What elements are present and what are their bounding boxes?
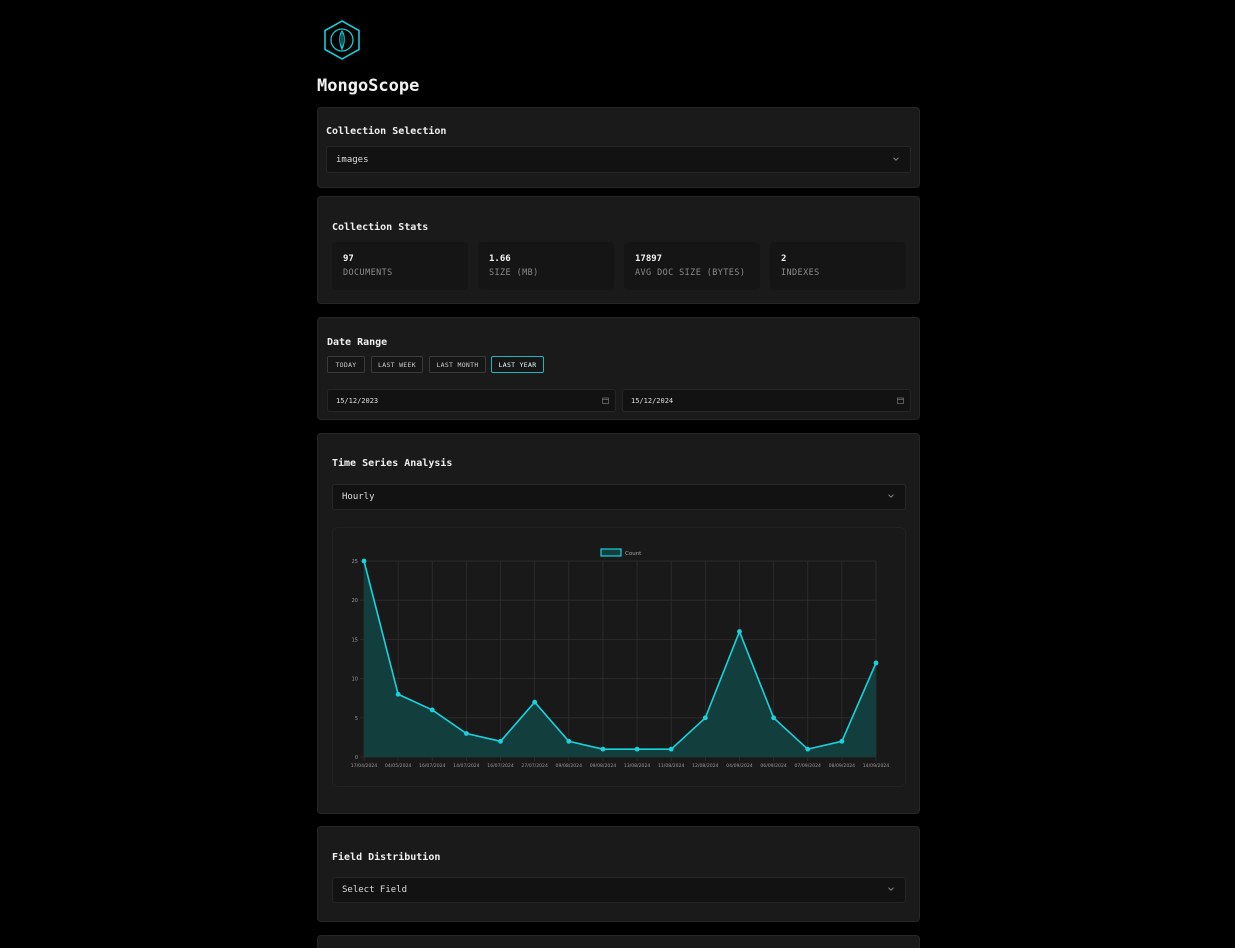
data-point bbox=[839, 738, 845, 744]
interval-select-value: Hourly bbox=[342, 492, 375, 502]
stat-indexes: 2 INDEXES bbox=[770, 242, 906, 290]
end-date-value: 15/12/2024 bbox=[631, 396, 674, 405]
data-point bbox=[873, 660, 879, 666]
data-point bbox=[566, 738, 572, 744]
chevron-down-icon bbox=[888, 494, 894, 498]
chevron-down-icon bbox=[888, 887, 894, 891]
x-tick-label: 17/04/2024 bbox=[351, 763, 378, 769]
data-point bbox=[361, 558, 367, 564]
y-tick-label: 20 bbox=[352, 598, 358, 604]
legend-label: Count bbox=[625, 551, 642, 557]
x-tick-label: 06/09/2024 bbox=[760, 763, 787, 769]
field-distribution-title: Field Distribution bbox=[332, 852, 441, 863]
legend-swatch bbox=[600, 548, 622, 557]
data-point bbox=[498, 738, 503, 744]
collection-select-value: images bbox=[336, 154, 369, 165]
interval-select[interactable]: Hourly bbox=[332, 484, 906, 510]
stat-label: SIZE (MB) bbox=[489, 268, 539, 278]
y-tick-label: 0 bbox=[355, 755, 358, 761]
stat-avg-doc-size: 17897 AVG DOC SIZE (BYTES) bbox=[624, 242, 760, 290]
stat-documents: 97 DOCUMENTS bbox=[332, 242, 468, 290]
stat-value: 1.66 bbox=[489, 254, 511, 264]
field-select[interactable]: Select Field bbox=[332, 877, 906, 903]
field-select-placeholder: Select Field bbox=[342, 885, 408, 895]
collection-selection-title: Collection Selection bbox=[326, 126, 447, 137]
y-tick-label: 15 bbox=[352, 637, 358, 643]
series-area-count bbox=[364, 561, 876, 757]
time-series-title: Time Series Analysis bbox=[332, 458, 453, 469]
y-tick-label: 25 bbox=[352, 559, 358, 565]
data-point bbox=[532, 699, 538, 705]
x-tick-label: 04/05/2024 bbox=[385, 763, 412, 769]
x-tick-label: 16/07/2024 bbox=[419, 763, 446, 769]
collection-select[interactable]: images bbox=[326, 146, 911, 173]
calendar-icon[interactable] bbox=[897, 397, 904, 404]
hexagon-leaf-icon bbox=[324, 20, 360, 60]
x-tick-label: 08/09/2024 bbox=[829, 763, 856, 769]
time-series-chart: 0 5 10 15 20 25 17/04/2024 04/05/2024 16/07/2024… bbox=[332, 527, 906, 787]
end-date-input[interactable]: 15/12/2024 bbox=[622, 389, 911, 412]
field-distribution-card: Field Distribution Select Field bbox=[317, 826, 920, 922]
x-tick-label: 13/08/2024 bbox=[624, 763, 651, 769]
data-point bbox=[771, 715, 776, 721]
x-tick-label: 12/08/2024 bbox=[692, 763, 719, 769]
x-tick-label: 09/08/2024 bbox=[556, 763, 583, 769]
stat-label: DOCUMENTS bbox=[343, 268, 393, 278]
y-tick-label: 10 bbox=[352, 677, 358, 683]
range-today-button[interactable]: TODAY bbox=[327, 356, 365, 373]
collection-selection-card: Collection Selection images bbox=[317, 107, 920, 188]
x-tick-label: 09/08/2024 bbox=[590, 763, 617, 769]
date-range-card: Date Range TODAY LAST WEEK LAST MONTH LA… bbox=[317, 317, 920, 420]
chart-canvas: 0 5 10 15 20 25 17/04/2024 04/05/2024 16/07/2024… bbox=[351, 548, 890, 769]
stat-value: 2 bbox=[781, 254, 787, 264]
collection-stats-card: Collection Stats 97 DOCUMENTS 1.66 SIZE … bbox=[317, 196, 920, 304]
x-tick-label: 04/09/2024 bbox=[726, 763, 753, 769]
x-tick-label: 16/07/2024 bbox=[487, 763, 514, 769]
chevron-down-icon bbox=[893, 156, 899, 161]
app-title: MongoScope bbox=[317, 76, 420, 96]
y-tick-label: 5 bbox=[355, 716, 358, 722]
date-range-title: Date Range bbox=[327, 337, 388, 348]
next-card bbox=[317, 935, 920, 948]
x-tick-label: 27/07/2024 bbox=[521, 763, 548, 769]
start-date-input[interactable]: 15/12/2023 bbox=[327, 389, 616, 412]
x-tick-label: 07/09/2024 bbox=[794, 763, 821, 769]
data-point bbox=[805, 746, 811, 752]
x-tick-label: 14/07/2024 bbox=[453, 763, 480, 769]
calendar-icon[interactable] bbox=[602, 397, 609, 404]
stat-value: 97 bbox=[343, 254, 354, 264]
data-point bbox=[737, 629, 742, 634]
stat-size: 1.66 SIZE (MB) bbox=[478, 242, 614, 290]
time-series-card: Time Series Analysis Hourly 0 5 10 15 20 25 17… bbox=[317, 433, 920, 814]
start-date-value: 15/12/2023 bbox=[336, 396, 379, 405]
stat-value: 17897 bbox=[635, 254, 663, 264]
stat-label: AVG DOC SIZE (BYTES) bbox=[635, 268, 746, 278]
data-point bbox=[395, 691, 401, 697]
data-point bbox=[600, 746, 606, 752]
range-last-year-button[interactable]: LAST YEAR bbox=[491, 356, 544, 373]
stat-label: INDEXES bbox=[781, 268, 820, 278]
data-point bbox=[634, 746, 640, 752]
data-point bbox=[429, 707, 435, 713]
app-logo bbox=[321, 19, 363, 61]
range-last-week-button[interactable]: LAST WEEK bbox=[371, 356, 423, 373]
data-point bbox=[464, 731, 469, 736]
collection-stats-title: Collection Stats bbox=[332, 222, 429, 233]
data-point bbox=[668, 746, 674, 752]
range-last-month-button[interactable]: LAST MONTH bbox=[429, 356, 486, 373]
x-tick-label: 11/08/2024 bbox=[658, 763, 685, 769]
data-point bbox=[702, 715, 708, 721]
x-tick-label: 14/09/2024 bbox=[863, 763, 890, 769]
